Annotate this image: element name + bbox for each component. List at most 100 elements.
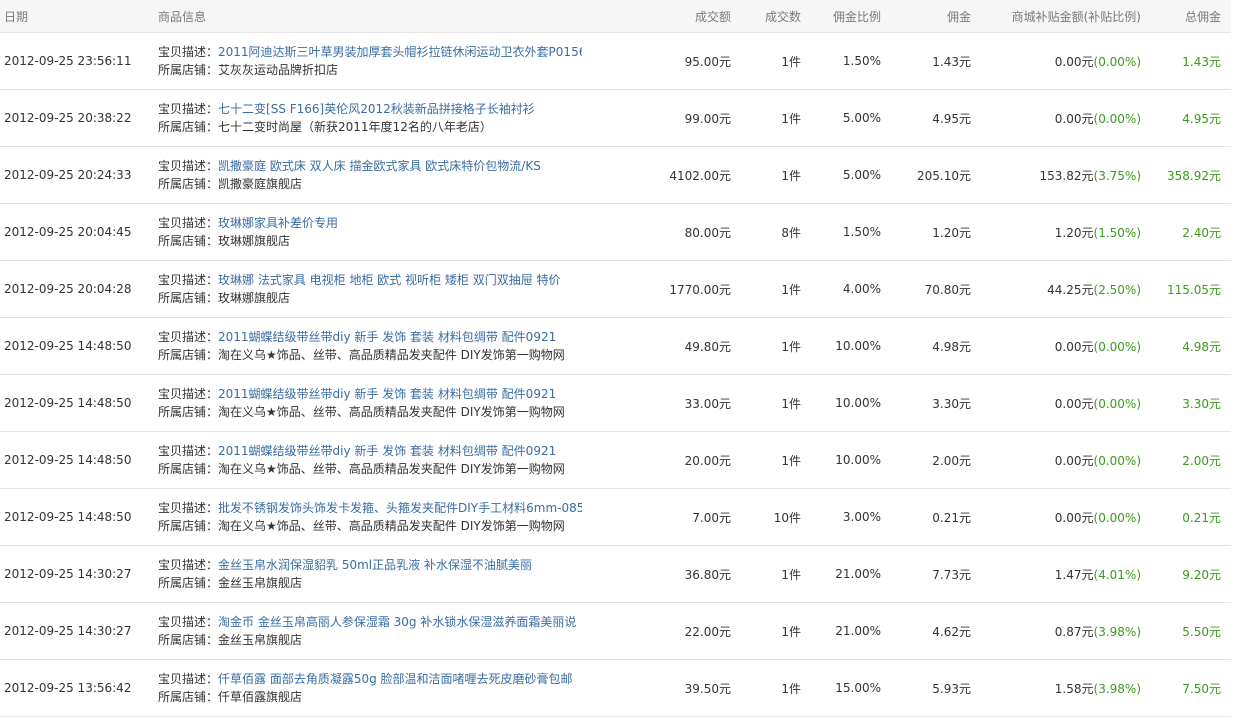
shop-line: 所属店铺：玫琳娜旗舰店 <box>158 289 582 307</box>
product-link[interactable]: 仟草佰露 面部去角质凝露50g 脸部温和洁面啫喱去死皮磨砂膏包邮 <box>218 672 573 686</box>
subsidy-amount: 153.82元 <box>1039 168 1094 183</box>
total-commission: 0.21元 <box>1151 488 1231 546</box>
order-date: 2012-09-25 20:04:28 <box>0 260 152 318</box>
total-commission: 358.92元 <box>1151 146 1231 204</box>
shop-label: 所属店铺： <box>158 63 219 77</box>
commission-rate: 21.00% <box>811 545 891 603</box>
total-commission: 9.20元 <box>1151 545 1231 603</box>
order-date: 2012-09-25 14:48:50 <box>0 488 152 546</box>
subsidy-amount: 44.25元 <box>1047 282 1094 297</box>
shop-name: 淘在义乌★饰品、丝带、高品质精品发夹配件 DIY发饰第一购物网 <box>218 519 565 533</box>
subsidy-ratio: (0.00%) <box>1093 510 1141 525</box>
product-link[interactable]: 七十二变[SS F166]英伦风2012秋装新品拼接格子长袖衬衫 <box>218 102 535 116</box>
product-desc-label: 宝贝描述： <box>158 102 219 116</box>
amount: 99.00元 <box>582 89 741 147</box>
order-date: 2012-09-25 13:56:42 <box>0 659 152 717</box>
amount: 4102.00元 <box>582 146 741 204</box>
subsidy-amount: 0.00元 <box>1054 339 1094 354</box>
commission: 2.00元 <box>891 431 981 489</box>
order-date: 2012-09-25 23:56:11 <box>0 32 152 90</box>
commission: 5.93元 <box>891 659 981 717</box>
column-header-subsidy: 商城补贴金额(补贴比例) <box>981 0 1151 33</box>
shop-name: 玫琳娜旗舰店 <box>218 234 291 248</box>
total-commission: 5.50元 <box>1151 602 1231 660</box>
product-info: 宝贝描述：仟草佰露 面部去角质凝露50g 脸部温和洁面啫喱去死皮磨砂膏包邮 所属店… <box>152 659 582 717</box>
product-desc-label: 宝贝描述： <box>158 330 219 344</box>
shop-label: 所属店铺： <box>158 690 219 704</box>
shop-label: 所属店铺： <box>158 405 219 419</box>
product-desc-label: 宝贝描述： <box>158 444 219 458</box>
product-desc-label: 宝贝描述： <box>158 159 219 173</box>
product-desc-line: 宝贝描述：玫琳娜家具补差价专用 <box>158 214 582 232</box>
subsidy-amount: 0.00元 <box>1054 396 1094 411</box>
column-header-total-commission: 总佣金 <box>1151 0 1231 33</box>
table-row: 2012-09-25 23:56:11 宝贝描述：2011阿迪达斯三叶草男装加厚套… <box>0 32 1231 90</box>
shop-label: 所属店铺： <box>158 519 219 533</box>
product-info: 宝贝描述：玫琳娜 法式家具 电视柜 地柜 欧式 视听柜 矮柜 双门双抽屉 特价所… <box>152 260 582 318</box>
subsidy-amount: 1.58元 <box>1054 681 1094 696</box>
commission-table: 日期 商品信息 成交额 成交数 佣金比例 佣金 商城补贴金额(补贴比例) 总佣金… <box>0 0 1231 717</box>
subsidy: 0.00元(0.00%) <box>981 374 1151 432</box>
quantity: 1件 <box>741 431 811 489</box>
shop-name: 七十二变时尚屋（新获2011年度12名的八年老店） <box>218 120 492 134</box>
product-link[interactable]: 批发不锈钢发饰头饰发卡发箍、头箍发夹配件DIY手工材料6mm-0858 <box>218 501 582 515</box>
column-header-product-info: 商品信息 <box>152 0 582 33</box>
product-desc-label: 宝贝描述： <box>158 615 219 629</box>
order-date: 2012-09-25 14:48:50 <box>0 317 152 375</box>
amount: 39.50元 <box>582 659 741 717</box>
product-link[interactable]: 玫琳娜 法式家具 电视柜 地柜 欧式 视听柜 矮柜 双门双抽屉 特价 <box>218 273 561 287</box>
subsidy: 1.47元(4.01%) <box>981 545 1151 603</box>
table-row: 2012-09-25 14:48:50 宝贝描述：2011蝴蝶结级带丝带diy 新… <box>0 317 1231 375</box>
shop-label: 所属店铺： <box>158 291 219 305</box>
product-desc-label: 宝贝描述： <box>158 45 219 59</box>
commission-rate: 4.00% <box>811 260 891 318</box>
commission: 4.62元 <box>891 602 981 660</box>
total-commission: 7.50元 <box>1151 659 1231 717</box>
table-body: 2012-09-25 23:56:11 宝贝描述：2011阿迪达斯三叶草男装加厚套… <box>0 32 1231 717</box>
product-desc-label: 宝贝描述： <box>158 672 219 686</box>
product-desc-line: 宝贝描述：2011蝴蝶结级带丝带diy 新手 发饰 套装 材料包绸带 配件092… <box>158 328 582 346</box>
product-info: 宝贝描述：淘金币 金丝玉帛高丽人参保湿霜 30g 补水锁水保湿滋养面霜美丽说所属… <box>152 602 582 660</box>
product-desc-line: 宝贝描述：仟草佰露 面部去角质凝露50g 脸部温和洁面啫喱去死皮磨砂膏包邮 <box>158 670 582 688</box>
commission-rate: 21.00% <box>811 602 891 660</box>
commission: 0.21元 <box>891 488 981 546</box>
shop-label: 所属店铺： <box>158 348 219 362</box>
shop-label: 所属店铺： <box>158 177 219 191</box>
product-desc-line: 宝贝描述：2011阿迪达斯三叶草男装加厚套头帽衫拉链休闲运动卫衣外套P01561 <box>158 43 582 61</box>
subsidy-ratio: (3.98%) <box>1093 624 1141 639</box>
subsidy: 153.82元(3.75%) <box>981 146 1151 204</box>
product-link[interactable]: 2011蝴蝶结级带丝带diy 新手 发饰 套装 材料包绸带 配件0921 <box>218 330 556 344</box>
total-commission: 2.40元 <box>1151 203 1231 261</box>
product-link[interactable]: 淘金币 金丝玉帛高丽人参保湿霜 30g 补水锁水保湿滋养面霜美丽说 <box>218 615 576 629</box>
product-link[interactable]: 2011蝴蝶结级带丝带diy 新手 发饰 套装 材料包绸带 配件0921 <box>218 387 556 401</box>
shop-line: 所属店铺：金丝玉帛旗舰店 <box>158 631 582 649</box>
subsidy: 0.00元(0.00%) <box>981 89 1151 147</box>
product-info: 宝贝描述：2011蝴蝶结级带丝带diy 新手 发饰 套装 材料包绸带 配件092… <box>152 317 582 375</box>
total-commission: 4.95元 <box>1151 89 1231 147</box>
subsidy: 0.00元(0.00%) <box>981 32 1151 90</box>
shop-line: 所属店铺：仟草佰露旗舰店 <box>158 688 582 706</box>
subsidy-amount: 1.20元 <box>1054 225 1094 240</box>
quantity: 1件 <box>741 317 811 375</box>
product-link[interactable]: 2011阿迪达斯三叶草男装加厚套头帽衫拉链休闲运动卫衣外套P01561 <box>218 45 582 59</box>
commission: 1.20元 <box>891 203 981 261</box>
product-info: 宝贝描述：2011蝴蝶结级带丝带diy 新手 发饰 套装 材料包绸带 配件092… <box>152 374 582 432</box>
product-desc-line: 宝贝描述：批发不锈钢发饰头饰发卡发箍、头箍发夹配件DIY手工材料6mm-0858 <box>158 499 582 517</box>
commission: 205.10元 <box>891 146 981 204</box>
shop-name: 仟草佰露旗舰店 <box>218 690 303 704</box>
quantity: 8件 <box>741 203 811 261</box>
product-desc-line: 宝贝描述：2011蝴蝶结级带丝带diy 新手 发饰 套装 材料包绸带 配件092… <box>158 442 582 460</box>
column-header-quantity: 成交数 <box>741 0 811 33</box>
product-desc-line: 宝贝描述：金丝玉帛水润保湿貂乳 50ml正品乳液 补水保湿不油腻美丽 <box>158 556 582 574</box>
shop-name: 淘在义乌★饰品、丝带、高品质精品发夹配件 DIY发饰第一购物网 <box>218 462 565 476</box>
product-link[interactable]: 2011蝴蝶结级带丝带diy 新手 发饰 套装 材料包绸带 配件0921 <box>218 444 556 458</box>
subsidy-amount: 0.00元 <box>1054 54 1094 69</box>
product-link[interactable]: 金丝玉帛水润保湿貂乳 50ml正品乳液 补水保湿不油腻美丽 <box>218 558 532 572</box>
product-link[interactable]: 凯撒豪庭 欧式床 双人床 描金欧式家具 欧式床特价包物流/KS <box>218 159 541 173</box>
commission-rate: 10.00% <box>811 431 891 489</box>
subsidy: 0.00元(0.00%) <box>981 431 1151 489</box>
product-info: 宝贝描述：七十二变[SS F166]英伦风2012秋装新品拼接格子长袖衬衫 所属店… <box>152 89 582 147</box>
product-link[interactable]: 玫琳娜家具补差价专用 <box>218 216 338 230</box>
quantity: 1件 <box>741 146 811 204</box>
table-row: 2012-09-25 14:30:27 宝贝描述：淘金币 金丝玉帛高丽人参保湿霜 … <box>0 602 1231 660</box>
